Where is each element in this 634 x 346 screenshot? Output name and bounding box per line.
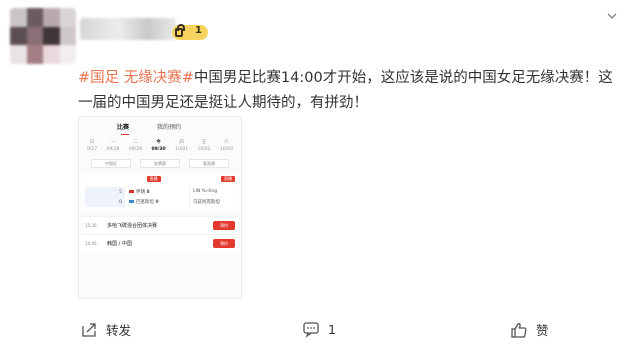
post-image[interactable]: 比赛 我的预约 日 9/27 一 09/28 二 09/29 今 09/30 四 10/0… <box>78 116 242 299</box>
comment-icon <box>303 322 319 338</box>
chevron-down-icon[interactable] <box>606 10 618 22</box>
like-label: 赞 <box>536 323 549 338</box>
comment-count: 1 <box>328 321 336 337</box>
shot-events: 15:30 多哈飞碟混合团体决赛 预约 14:00 韩国 / 中国 预约 <box>81 216 239 252</box>
lock-icon <box>175 24 185 37</box>
username[interactable] <box>80 18 176 40</box>
shot-tab-reservations: 我的预约 <box>157 123 182 131</box>
action-bar: 转发 1 赞 <box>0 313 634 343</box>
share-button[interactable]: 转发 <box>80 320 131 339</box>
post-text: #国足 无缘决赛#中国男足比赛14:00才开始，这应该是说的中国女足无缘决赛！这… <box>78 66 623 116</box>
post-meta-blurred <box>80 44 84 57</box>
avatar[interactable] <box>10 8 76 64</box>
hashtag-link-2[interactable]: 无缘决赛# <box>124 70 194 86</box>
comment-button[interactable]: 1 <box>302 320 336 338</box>
shot-tab-matches: 比赛 <box>117 123 130 135</box>
like-button[interactable]: 赞 <box>510 320 549 339</box>
user-level-badge[interactable]: 1 <box>172 24 208 40</box>
hashtag-link-1[interactable]: #国足 <box>78 70 119 86</box>
shot-filter-pills: 中国队 金牌赛 看直播 <box>79 153 241 168</box>
badge-level: 1 <box>195 25 202 36</box>
share-icon <box>82 322 96 337</box>
shot-date-row: 日 9/27 一 09/28 二 09/29 今 09/30 四 10/01 五 10/02… <box>87 140 233 152</box>
share-label: 转发 <box>106 323 132 338</box>
shot-live-match: 直播 直播 50 伊朗 8 巴基斯坦 0 LIN Yu-ting 乌兹别克斯坦 <box>81 174 239 210</box>
thumbs-up-icon <box>511 322 527 338</box>
